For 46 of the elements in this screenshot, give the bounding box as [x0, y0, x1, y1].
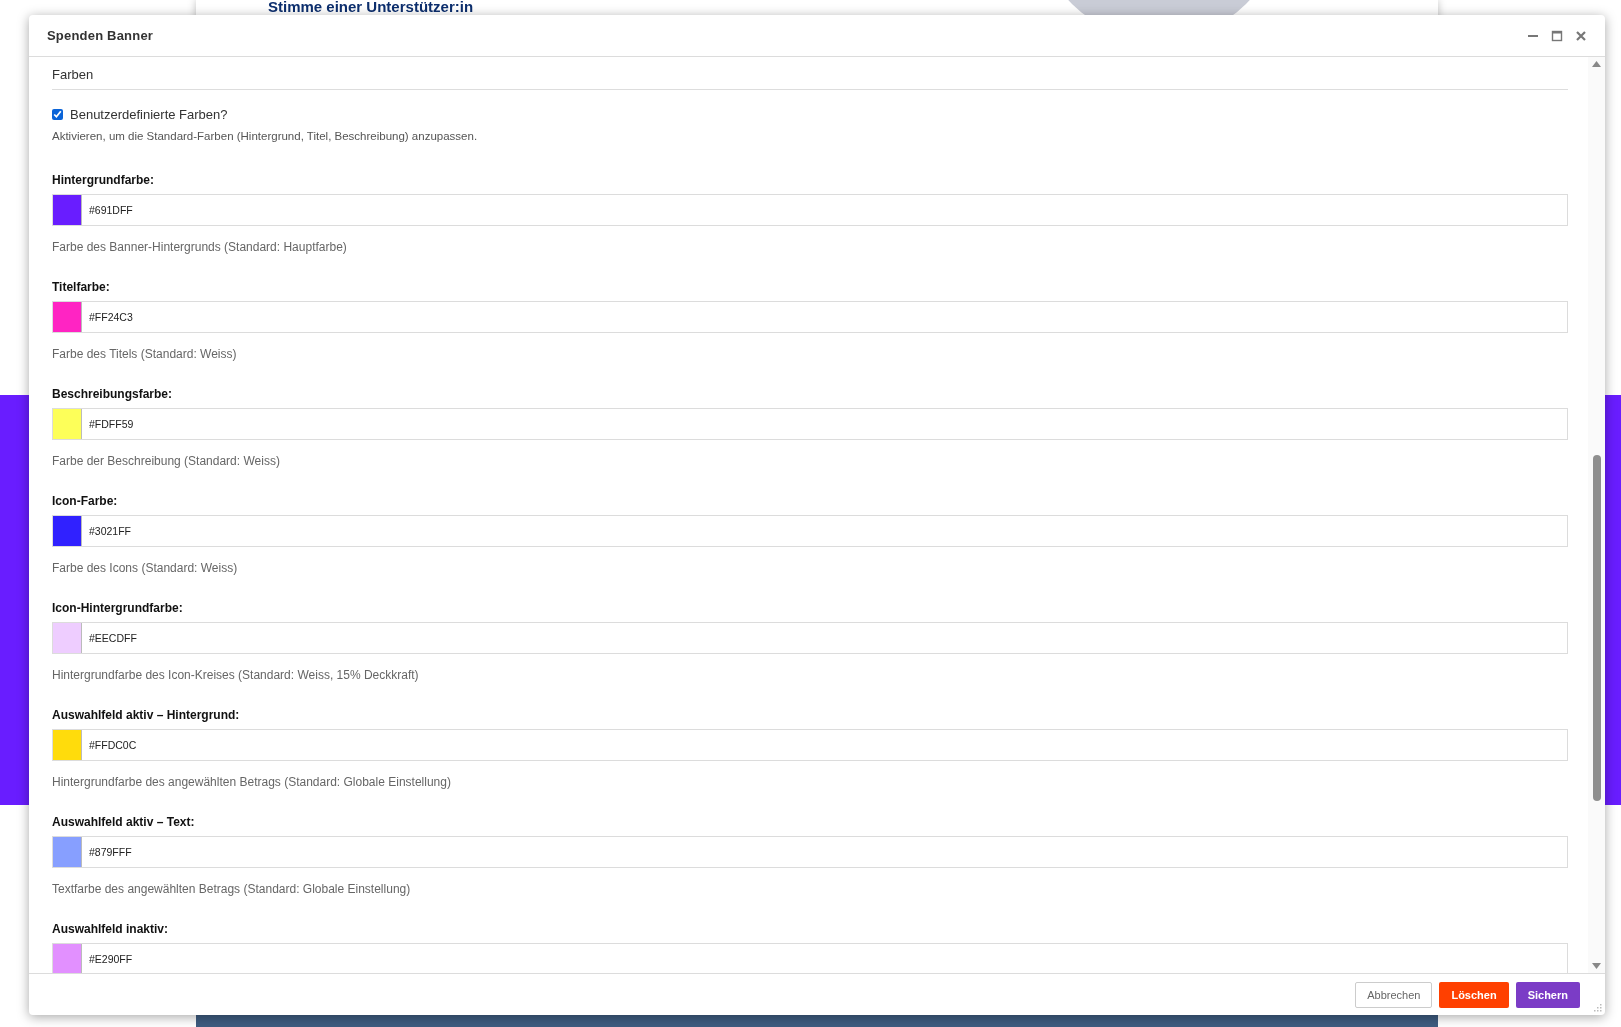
color-field[interactable]: #3021FF: [52, 515, 1568, 547]
field-label: Auswahlfeld inaktiv:: [52, 921, 170, 937]
color-field[interactable]: #FDFF59: [52, 408, 1568, 440]
color-field[interactable]: #E290FF: [52, 943, 1568, 973]
color-swatch[interactable]: [53, 944, 82, 973]
color-swatch[interactable]: [53, 516, 82, 546]
color-field[interactable]: #EECDFF: [52, 622, 1568, 654]
help-text: Farbe des Icons (Standard: Weiss): [52, 560, 239, 576]
help-text: Farbe des Banner-Hintergrunds (Standard: Hauptfarbe): [52, 239, 348, 255]
scroll-down-icon[interactable]: [1592, 963, 1601, 969]
color-swatch[interactable]: [53, 195, 82, 225]
cancel-button[interactable]: Abbrechen: [1355, 981, 1433, 1008]
resize-grip-icon[interactable]: [1593, 1003, 1602, 1012]
scroll-up-icon[interactable]: [1592, 61, 1601, 67]
help-text: Textfarbe des angewählten Betrags (Standard: Globale Einstellung): [52, 881, 412, 897]
color-field[interactable]: #FFDC0C: [52, 729, 1568, 761]
color-field[interactable]: #691DFF: [52, 194, 1568, 226]
page-heading: Stimme einer Unterstützer:in: [268, 0, 474, 15]
color-swatch[interactable]: [53, 623, 82, 653]
color-swatch[interactable]: [53, 730, 82, 760]
color-swatch[interactable]: [53, 409, 82, 439]
custom-colors-checkbox[interactable]: [52, 109, 63, 120]
help-text: Hintergrundfarbe des angewählten Betrags (Standard: Globale Einstellung): [52, 774, 452, 790]
help-text: Farbe des Titels (Standard: Weiss): [52, 346, 238, 362]
color-field[interactable]: #FF24C3: [52, 301, 1568, 333]
field-label: Icon-Hintergrundfarbe:: [52, 600, 184, 616]
field-label: Hintergrundfarbe:: [52, 172, 155, 188]
field-label: Auswahlfeld aktiv – Hintergrund:: [52, 707, 241, 723]
checkbox-label: Benutzerdefinierte Farben?: [70, 107, 228, 122]
field-label: Beschreibungsfarbe:: [52, 386, 174, 402]
close-icon[interactable]: [1575, 29, 1587, 42]
scrollbar-thumb[interactable]: [1592, 455, 1601, 801]
section-heading: Farben: [52, 57, 1568, 90]
dialog-title: Spenden Banner: [47, 28, 155, 43]
color-swatch[interactable]: [53, 837, 82, 867]
field-label: Auswahlfeld aktiv – Text:: [52, 814, 196, 830]
help-text: Aktivieren, um die Standard-Farben (Hintergrund, Titel, Beschreibung) anzupassen.: [52, 130, 479, 142]
save-button[interactable]: Sichern: [1515, 981, 1580, 1008]
maximize-icon[interactable]: [1551, 29, 1563, 42]
delete-button[interactable]: Löschen: [1439, 981, 1509, 1008]
color-field[interactable]: #879FFF: [52, 836, 1568, 868]
help-text: Hintergrundfarbe des Icon-Kreises (Standard: Weiss, 15% Deckkraft): [52, 667, 420, 683]
help-text: Farbe der Beschreibung (Standard: Weiss): [52, 453, 281, 469]
field-label: Icon-Farbe:: [52, 493, 119, 509]
field-label: Titelfarbe:: [52, 279, 111, 295]
color-swatch[interactable]: [53, 302, 82, 332]
